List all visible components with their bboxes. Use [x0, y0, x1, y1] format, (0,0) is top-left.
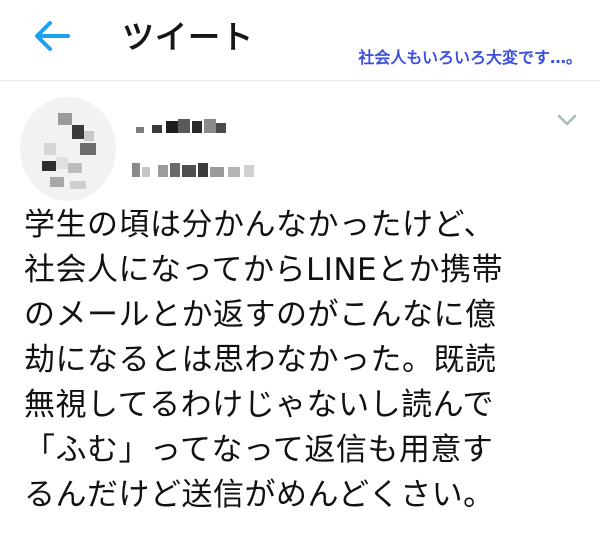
tweet-text-line: 「ふむ」ってなって返信も用意す [24, 432, 494, 468]
tweet-text-line: 無視してるわけじゃないし読んで [24, 387, 495, 423]
tweet-text: 学生の頃は分かんなかったけど、 社会人になってからLINEとか携帯 のメールとか… [24, 203, 584, 518]
top-bar: ツイート 社会人もいろいろ大変です…。 [0, 0, 600, 81]
tweet-text-line: るんだけど送信がめんどくさい。 [24, 477, 495, 513]
caption-overlay: 社会人もいろいろ大変です…。 [358, 48, 582, 67]
arrow-left-icon [35, 21, 70, 51]
avatar[interactable] [20, 97, 116, 201]
tweet-text-line: 学生の頃は分かんなかったけど、 [24, 207, 495, 243]
tweet-text-line: 劫になるとは思わなかった。既読 [24, 342, 497, 378]
user-handle[interactable] [132, 159, 262, 177]
tweet-text-line: のメールとか返すのがこんなに億 [24, 297, 497, 333]
tweet-card: 学生の頃は分かんなかったけど、 社会人になってからLINEとか携帯 のメールとか… [0, 81, 600, 538]
tweet-text-line: 社会人になってからLINEとか携帯 [24, 252, 504, 288]
chevron-down-icon[interactable] [556, 113, 578, 127]
back-button[interactable] [28, 16, 76, 56]
page-title: ツイート [122, 18, 255, 56]
user-name[interactable] [136, 117, 228, 135]
